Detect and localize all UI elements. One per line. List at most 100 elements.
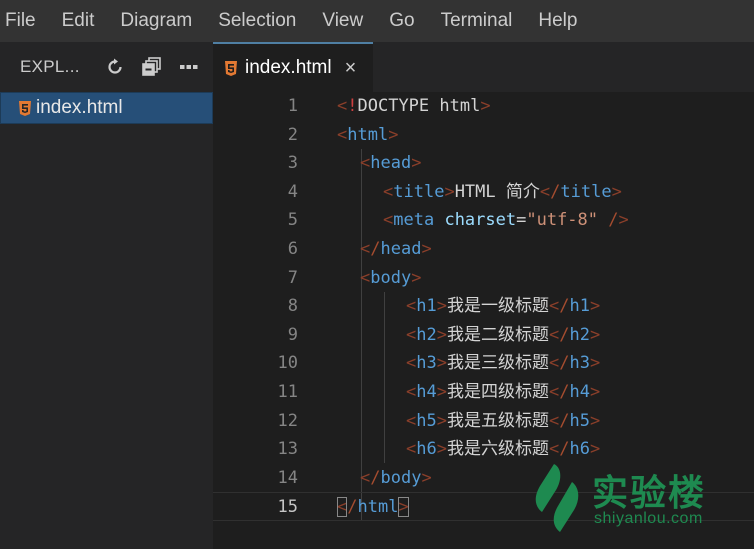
refresh-icon bbox=[107, 58, 122, 74]
bracket-token: < bbox=[337, 124, 348, 145]
code-line[interactable]: 5 <meta charset="utf-8" /> bbox=[213, 206, 754, 235]
menu-view[interactable]: View bbox=[309, 0, 376, 42]
code-token: DOCTYPE html bbox=[357, 96, 481, 116]
code-token: h6 bbox=[416, 439, 437, 460]
code-line[interactable]: 11 <h4>我是四级标题</h4> bbox=[213, 378, 754, 407]
code-content: <body> bbox=[360, 264, 421, 293]
code-token: h4 bbox=[569, 382, 590, 402]
editor-tab-bar: index.html × bbox=[213, 42, 754, 92]
code-line[interactable]: 9 <h2>我是二级标题</h2> bbox=[213, 321, 754, 350]
code-line[interactable]: 12 <h5>我是五级标题</h5> bbox=[213, 407, 754, 436]
code-line[interactable]: 8 <h1>我是一级标题</h1> bbox=[213, 292, 754, 321]
menu-selection[interactable]: Selection bbox=[205, 0, 309, 42]
code-token: body bbox=[380, 467, 422, 488]
bracket-token: > bbox=[480, 96, 491, 116]
menu-terminal[interactable]: Terminal bbox=[428, 0, 526, 42]
code-line[interactable]: 2 <html> bbox=[213, 121, 754, 150]
explorer-sidebar: EXPL... index.html bbox=[0, 42, 213, 549]
code-line[interactable]: 6 </head> bbox=[213, 235, 754, 264]
code-token: h1 bbox=[569, 296, 590, 317]
code-content: <head> bbox=[360, 149, 421, 178]
bracket-token: > bbox=[436, 353, 447, 374]
bracket-token: > bbox=[611, 181, 622, 202]
line-number: 12 bbox=[277, 410, 298, 431]
bracket-token: / bbox=[559, 324, 570, 345]
bracket-token: > bbox=[589, 439, 601, 460]
code-line[interactable]: 3 <head> bbox=[213, 149, 754, 178]
code-content: </body> bbox=[360, 464, 432, 493]
bracket-token: < bbox=[360, 267, 371, 288]
code-token: h2 bbox=[416, 324, 437, 345]
code-token: "utf-8" bbox=[526, 210, 599, 231]
line-number: 8 bbox=[287, 296, 298, 317]
bracket-token: < bbox=[383, 181, 394, 202]
explorer-title: EXPL... bbox=[20, 57, 80, 76]
bracket-token: / bbox=[370, 467, 381, 488]
code-content: <!DOCTYPE html> bbox=[337, 92, 491, 121]
bracket-token: > bbox=[436, 296, 447, 317]
bracket-token: > bbox=[436, 410, 447, 431]
code-token: 我是二级标题 bbox=[446, 324, 549, 345]
bracket-token: < bbox=[406, 324, 417, 345]
code-token: html bbox=[347, 124, 389, 145]
bracket-token: > bbox=[421, 239, 432, 259]
code-token: h3 bbox=[416, 353, 437, 374]
collapse-all-button[interactable] bbox=[133, 52, 170, 82]
bracket-token: > bbox=[398, 497, 409, 518]
tab-index-html[interactable]: index.html × bbox=[213, 42, 373, 92]
bracket-token: > bbox=[388, 124, 399, 145]
code-line[interactable]: 1 <!DOCTYPE html> bbox=[213, 92, 754, 121]
bracket-token: < bbox=[406, 296, 417, 317]
line-number: 14 bbox=[277, 467, 298, 488]
code-content: <h6>我是六级标题</h6> bbox=[406, 435, 600, 464]
code-token: meta bbox=[393, 210, 435, 231]
code-line[interactable]: 14 </body> bbox=[213, 464, 754, 493]
bracket-token: > bbox=[411, 153, 422, 174]
line-number: 1 bbox=[287, 96, 298, 116]
bracket-token: < bbox=[548, 382, 560, 402]
menu-file[interactable]: File bbox=[0, 0, 49, 42]
code-content: <h1>我是一级标题</h1> bbox=[406, 292, 600, 321]
code-token: 我是一级标题 bbox=[446, 296, 549, 317]
line-number: 11 bbox=[277, 382, 298, 402]
code-content: <html> bbox=[337, 121, 398, 150]
bracket-token: < bbox=[539, 181, 551, 202]
code-token: h4 bbox=[416, 382, 437, 402]
code-line[interactable]: 15 </html> bbox=[213, 492, 754, 521]
menu-diagram[interactable]: Diagram bbox=[107, 0, 205, 42]
menu-go[interactable]: Go bbox=[376, 0, 427, 42]
file-tree-item-index-html[interactable]: index.html bbox=[0, 92, 213, 124]
code-token: h6 bbox=[569, 439, 590, 460]
code-content: <meta charset="utf-8" /> bbox=[383, 206, 629, 235]
file-name: index.html bbox=[36, 97, 123, 118]
code-token: ! bbox=[347, 96, 358, 116]
bracket-token: > bbox=[589, 324, 601, 345]
code-editor[interactable]: 1 <!DOCTYPE html> 2 <html> 3 <head> 4 <title>HT… bbox=[213, 92, 754, 549]
bracket-token: < bbox=[548, 353, 560, 374]
code-line[interactable]: 10 <h3>我是三级标题</h3> bbox=[213, 349, 754, 378]
line-number: 7 bbox=[287, 267, 298, 288]
bracket-token: < bbox=[337, 96, 348, 116]
bracket-token: / bbox=[550, 181, 561, 202]
more-actions-button[interactable] bbox=[170, 52, 207, 82]
code-line[interactable]: 4 <title>HTML 简介</title> bbox=[213, 178, 754, 207]
menu-edit[interactable]: Edit bbox=[49, 0, 108, 42]
code-token: h5 bbox=[569, 410, 590, 431]
bracket-token: / bbox=[370, 239, 381, 259]
bracket-token: < bbox=[337, 497, 348, 518]
bracket-token: / bbox=[559, 296, 570, 317]
code-line[interactable]: 13 <h6>我是六级标题</h6> bbox=[213, 435, 754, 464]
bracket-token: < bbox=[548, 324, 560, 345]
close-tab-icon[interactable]: × bbox=[345, 58, 357, 78]
tab-label: index.html bbox=[245, 57, 332, 78]
code-content: </html> bbox=[337, 493, 409, 522]
refresh-button[interactable] bbox=[96, 52, 133, 82]
bracket-token: < bbox=[548, 439, 560, 460]
code-line[interactable]: 7 <body> bbox=[213, 264, 754, 293]
bracket-token: / bbox=[608, 210, 619, 231]
line-number: 4 bbox=[287, 181, 298, 202]
line-number: 6 bbox=[287, 239, 298, 259]
menu-help[interactable]: Help bbox=[525, 0, 590, 42]
bracket-token: / bbox=[347, 497, 358, 518]
bracket-token: > bbox=[436, 324, 447, 345]
